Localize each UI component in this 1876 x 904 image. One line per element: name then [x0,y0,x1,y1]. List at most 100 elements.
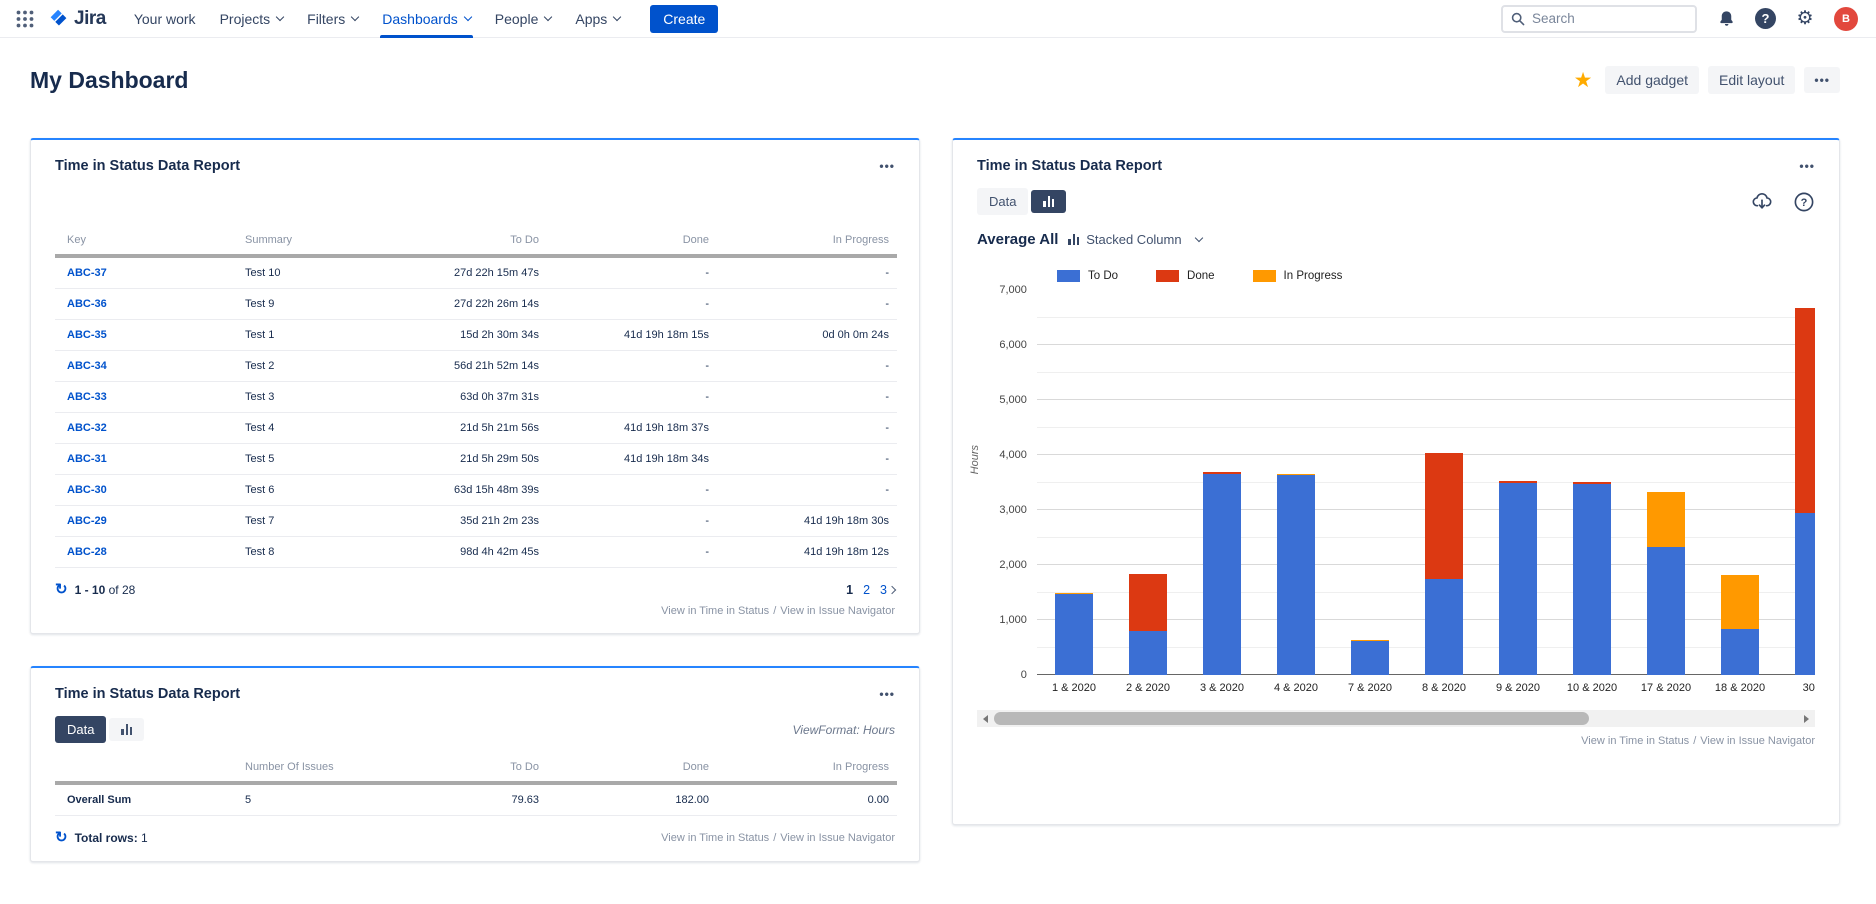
issue-inprogress: - [717,382,897,413]
scroll-right-arrow[interactable] [1798,710,1815,727]
view-link[interactable]: View in Time in Status [661,605,769,617]
issue-done: - [547,506,717,537]
bar-segment-to-do[interactable] [1277,475,1315,675]
y-tick-label: 4,000 [999,449,1027,461]
issue-key-link[interactable]: ABC-35 [67,329,107,341]
view-link[interactable]: View in Time in Status [1581,735,1689,747]
scrollbar-thumb[interactable] [994,712,1589,725]
bar-segment-to-do[interactable] [1795,513,1815,675]
refresh-icon[interactable]: ↻ [55,582,68,597]
help-button[interactable]: ? [1755,8,1776,29]
bar-segment-to-do[interactable] [1055,594,1093,675]
bar-segment-to-do[interactable] [1499,483,1537,675]
view-link[interactable]: View in Issue Navigator [1700,735,1815,747]
stacked-bar[interactable] [1573,482,1611,675]
bar-segment-to-do[interactable] [1573,484,1611,675]
issue-key-link[interactable]: ABC-30 [67,484,107,496]
search-box[interactable] [1501,5,1697,33]
issue-todo: 21d 5h 21m 56s [413,413,547,444]
chart-horizontal-scrollbar[interactable] [977,710,1815,727]
gadget-more-icon[interactable]: ••• [879,687,895,701]
nav-item-projects[interactable]: Projects [208,0,296,38]
pagination-next-button[interactable] [889,587,895,593]
bar-segment-to-do[interactable] [1647,547,1685,675]
tab-chart[interactable] [1031,190,1066,213]
user-avatar[interactable]: B [1834,7,1858,31]
edit-layout-button[interactable]: Edit layout [1708,66,1795,94]
dashboard-more-button[interactable]: ••• [1804,67,1840,93]
page-2[interactable]: 2 [863,583,870,597]
sum-todo: 79.63 [413,783,547,816]
settings-button[interactable]: ⚙ [1793,7,1817,31]
chart-type-dropdown[interactable]: Stacked Column [1068,232,1201,247]
notifications-button[interactable] [1714,7,1738,31]
issue-key-link[interactable]: ABC-36 [67,298,107,310]
issue-inprogress: - [717,475,897,506]
scroll-left-arrow[interactable] [977,710,994,727]
nav-item-people[interactable]: People [483,0,564,38]
bar-segment-done[interactable] [1129,574,1167,631]
help-circle-icon[interactable]: ? [1793,191,1815,213]
issue-key-link[interactable]: ABC-28 [67,546,107,558]
favorite-star-icon[interactable]: ★ [1574,68,1593,93]
y-tick-label: 5,000 [999,394,1027,406]
tab-data[interactable]: Data [977,188,1028,215]
issue-key-link[interactable]: ABC-29 [67,515,107,527]
issue-todo: 63d 15h 48m 39s [413,475,547,506]
page-1[interactable]: 1 [846,583,853,597]
stacked-bar[interactable] [1055,593,1093,675]
nav-item-dashboards[interactable]: Dashboards [370,0,483,38]
download-cloud-icon[interactable] [1751,191,1773,213]
tab-chart[interactable] [109,718,144,741]
stacked-bar[interactable] [1795,308,1815,675]
gadget-more-icon[interactable]: ••• [1799,159,1815,173]
stacked-bar[interactable] [1425,453,1463,675]
page-3[interactable]: 3 [880,583,887,597]
nav-item-label: Filters [307,11,345,27]
bar-segment-done[interactable] [1795,308,1815,514]
app-switcher-icon[interactable] [12,6,38,32]
stacked-bar[interactable] [1277,474,1315,675]
bar-segment-to-do[interactable] [1129,631,1167,675]
create-button[interactable]: Create [650,5,718,33]
view-link[interactable]: View in Issue Navigator [780,605,895,617]
stacked-bar[interactable] [1647,492,1685,675]
nav-item-filters[interactable]: Filters [295,0,370,38]
nav-item-apps[interactable]: Apps [563,0,632,38]
stacked-bar[interactable] [1203,472,1241,675]
stacked-bar[interactable] [1721,575,1759,675]
issue-key-link[interactable]: ABC-32 [67,422,107,434]
issue-key-link[interactable]: ABC-31 [67,453,107,465]
refresh-icon[interactable]: ↻ [55,830,68,845]
bar-segment-in-progress[interactable] [1647,492,1685,547]
stacked-bar[interactable] [1351,640,1389,675]
view-link[interactable]: View in Issue Navigator [780,832,895,844]
bar-segment-to-do[interactable] [1425,579,1463,675]
issue-key-link[interactable]: ABC-37 [67,267,107,279]
search-input[interactable] [1532,11,1672,26]
nav-item-your-work[interactable]: Your work [122,0,208,38]
y-axis-title: Hours [969,444,981,473]
bar-segment-done[interactable] [1425,453,1463,579]
chevron-down-icon [544,13,552,21]
gadget-time-in-status-table: Time in Status Data Report ••• Key Summa… [30,138,920,634]
link-separator: / [773,605,776,617]
stacked-bar[interactable] [1499,481,1537,675]
jira-logo[interactable]: Jira [44,8,116,30]
sum-row: Overall Sum 5 79.63 182.00 0.00 [55,783,897,816]
view-link[interactable]: View in Time in Status [661,832,769,844]
issue-key-link[interactable]: ABC-34 [67,360,107,372]
bar-segment-in-progress[interactable] [1721,575,1759,629]
add-gadget-button[interactable]: Add gadget [1605,66,1699,94]
issue-key-link[interactable]: ABC-33 [67,391,107,403]
x-tick-label: 4 & 2020 [1259,682,1333,694]
issue-todo: 56d 21h 52m 14s [413,351,547,382]
chart-legend: To DoDoneIn Progress [1057,270,1815,282]
bar-segment-to-do[interactable] [1351,641,1389,675]
stacked-bar[interactable] [1129,574,1167,675]
bar-segment-to-do[interactable] [1721,629,1759,675]
bar-segment-to-do[interactable] [1203,474,1241,675]
tab-data[interactable]: Data [55,716,106,743]
gadget-more-icon[interactable]: ••• [879,159,895,173]
issue-done: - [547,382,717,413]
